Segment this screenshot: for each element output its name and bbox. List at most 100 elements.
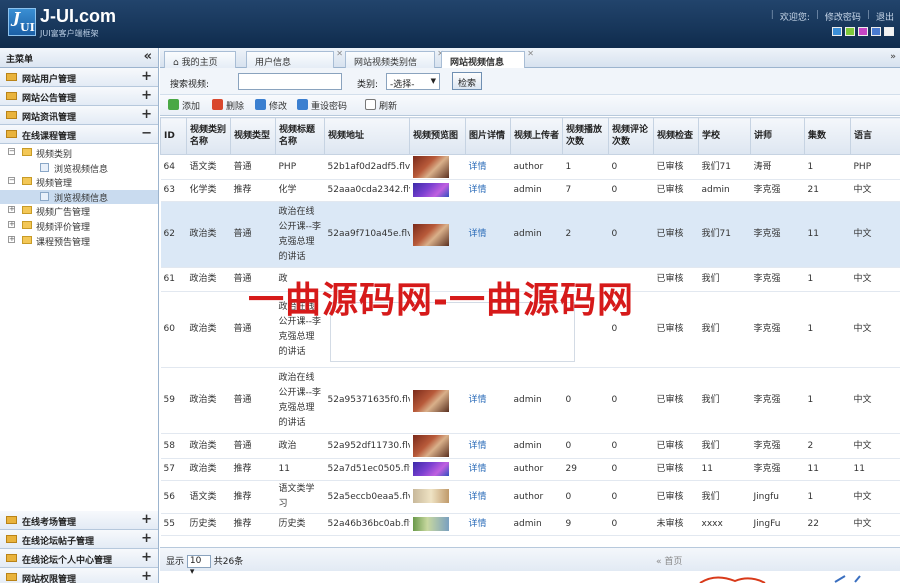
collapse-icon[interactable]: − (141, 126, 152, 141)
sidebar-group-forum-personal[interactable]: 在线论坛个人中心管理 + (0, 549, 158, 568)
category-select[interactable]: -选择- ▼ (386, 73, 440, 90)
column-header[interactable]: 视频播放次数 (562, 117, 609, 155)
tree-node-video-reviews[interactable]: + 视频评价管理 (0, 219, 158, 234)
logout-link[interactable]: 退出 (876, 10, 894, 23)
video-thumbnail (412, 156, 449, 178)
column-header[interactable]: 视频上传者 (510, 117, 563, 155)
column-header[interactable]: 讲师 (750, 117, 805, 155)
cell-detail[interactable]: 详情 (465, 513, 511, 536)
collapse-sidebar-icon[interactable]: « (144, 49, 152, 64)
tree-node-browse-video-info[interactable]: 浏览视频信息 (0, 161, 158, 176)
home-icon: ⌂ (173, 58, 182, 68)
tree-node-course-preview[interactable]: + 课程预告管理 (0, 234, 158, 249)
sidebar-group-exam[interactable]: 在线考场管理 + (0, 511, 158, 530)
first-page-link[interactable]: « 首页 (656, 554, 682, 567)
sidebar-group-users[interactable]: 网站用户管理 + (0, 68, 158, 87)
tab-video-info[interactable]: 网站视频信息 ✕ (441, 49, 534, 69)
cell-plays: 2 (562, 201, 609, 268)
refresh-button[interactable]: 刷新 (365, 99, 397, 113)
column-header[interactable]: 视频类别名称 (186, 117, 231, 155)
column-header[interactable]: 图片详情 (465, 117, 511, 155)
cell-comments: 0 (608, 154, 654, 180)
expand-icon[interactable]: + (141, 531, 152, 546)
tree-toggle-icon[interactable]: − (8, 148, 15, 155)
table-row[interactable]: 55 历史类 推荐 历史类 52a46b36bc0ab.flv 详情 admin 9 0 未审核 x… (160, 513, 900, 536)
edit-button[interactable]: 修改 (255, 99, 287, 113)
column-header[interactable]: 学校 (698, 117, 751, 155)
more-tabs-icon[interactable]: » (890, 52, 896, 62)
tree-node-video-ads[interactable]: + 视频广告管理 (0, 204, 158, 219)
reset-password-button[interactable]: 重设密码 (297, 99, 347, 113)
delete-button[interactable]: 删除 (212, 99, 244, 113)
expand-icon[interactable]: + (141, 569, 152, 583)
column-header[interactable]: ID (160, 117, 187, 155)
sidebar-group-forum-posts[interactable]: 在线论坛帖子管理 + (0, 530, 158, 549)
theme-purple-swatch[interactable] (858, 27, 868, 36)
cell-cat: 化学类 (186, 179, 231, 202)
cell-detail[interactable]: 详情 (465, 433, 511, 459)
table-row[interactable]: 57 政治类 推荐 11 52a7d51ec0505.flv 详情 author 29 0 已审核… (160, 458, 900, 481)
search-button[interactable]: 检索 (452, 72, 482, 90)
theme-azure-swatch[interactable] (871, 27, 881, 36)
cell-url: 52a5eccb0eaa5.flv (324, 480, 410, 514)
close-tab-icon[interactable]: ✕ (527, 49, 534, 58)
tree-toggle-icon[interactable]: + (8, 235, 15, 243)
sidebar-group-news[interactable]: 网站资讯管理 + (0, 106, 158, 125)
app-title: J-UI.com (40, 6, 117, 26)
close-tab-icon[interactable]: ✕ (336, 49, 343, 58)
tree-node-video-category[interactable]: − 视频类别 (0, 146, 158, 161)
cell-uploader: admin (510, 367, 563, 434)
sidebar-group-notices[interactable]: 网站公告管理 + (0, 87, 158, 106)
table-row[interactable]: 64 语文类 普通 PHP 52b1af0d2adf5.flv 详情 author 1 0 已审核… (160, 154, 900, 180)
column-header[interactable]: 视频地址 (324, 117, 410, 155)
table-row[interactable]: 62 政治类 普通 政治在线公开课--李克强总理的讲话 52aa9f710a45e.fl… (160, 201, 900, 268)
tree-node-video-manage[interactable]: − 视频管理 (0, 175, 158, 190)
tree-node-browse-video-info-selected[interactable]: 浏览视频信息 (0, 189, 158, 205)
cell-detail[interactable]: 详情 (465, 154, 511, 180)
key-icon (297, 99, 308, 110)
column-header[interactable]: 语言 (850, 117, 900, 155)
tree-toggle-icon[interactable]: + (8, 206, 15, 214)
cell-detail[interactable]: 详情 (465, 480, 511, 514)
column-header[interactable]: 视频检查 (653, 117, 699, 155)
sidebar-group-courses[interactable]: 在线课程管理 − (0, 125, 158, 144)
sidebar-bottom-groups: 在线考场管理 + 在线论坛帖子管理 + 在线论坛个人中心管理 + 网站权限管理 + (0, 511, 158, 583)
expand-icon[interactable]: + (141, 550, 152, 565)
search-input[interactable] (238, 73, 342, 90)
cell-lang: 中文 (850, 367, 900, 434)
cell-detail[interactable]: 详情 (465, 458, 511, 481)
cell-detail[interactable]: 详情 (465, 179, 511, 202)
search-label: 搜索视频: (170, 80, 210, 90)
add-button[interactable]: 添加 (168, 99, 200, 113)
cell-detail[interactable]: 详情 (465, 201, 511, 268)
column-header[interactable]: 集数 (804, 117, 851, 155)
column-header[interactable]: 视频评论次数 (608, 117, 654, 155)
cell-detail[interactable]: 详情 (465, 367, 511, 434)
cell-id: 63 (160, 179, 187, 202)
cell-plays: 29 (562, 458, 609, 481)
column-header[interactable]: 视频预览图 (409, 117, 466, 155)
folder-icon (6, 516, 17, 524)
theme-blue-swatch[interactable] (832, 27, 842, 36)
folder-icon (6, 573, 17, 581)
tab-user-info[interactable]: 用户信息 ✕ (246, 49, 343, 68)
tab-video-category[interactable]: 网站视频类别信✕ (345, 49, 444, 68)
column-header[interactable]: 视频标题名称 (275, 117, 325, 155)
theme-white-swatch[interactable] (884, 27, 894, 36)
tree-toggle-icon[interactable]: + (8, 220, 15, 228)
column-header[interactable]: 视频类型 (230, 117, 276, 155)
expand-icon[interactable]: + (141, 512, 152, 527)
table-row[interactable]: 59 政治类 普通 政治在线公开课--李克强总理的讲话 52a95371635f0.fl… (160, 367, 900, 434)
page-size-select[interactable]: 10 ▾ (186, 555, 211, 577)
table-row[interactable]: 63 化学类 推荐 化学 52aaa0cda2342.flv 详情 admin 7 0 已审核 ad… (160, 179, 900, 202)
expand-icon[interactable]: + (141, 88, 152, 103)
tree-toggle-icon[interactable]: − (8, 177, 15, 185)
table-row[interactable]: 56 语文类 推荐 语文类学习 52a5eccb0eaa5.flv 详情 author 0 0 已… (160, 480, 900, 514)
theme-green-swatch[interactable] (845, 27, 855, 36)
expand-icon[interactable]: + (141, 69, 152, 84)
sidebar-group-permissions[interactable]: 网站权限管理 + (0, 568, 158, 583)
tab-home[interactable]: ⌂ 我的主页 (164, 51, 236, 68)
expand-icon[interactable]: + (141, 107, 152, 122)
table-row[interactable]: 58 政治类 普通 政治 52a952df11730.flv 详情 admin 0 0 已审核 我们… (160, 433, 900, 459)
change-password-link[interactable]: 修改密码 (825, 10, 861, 23)
